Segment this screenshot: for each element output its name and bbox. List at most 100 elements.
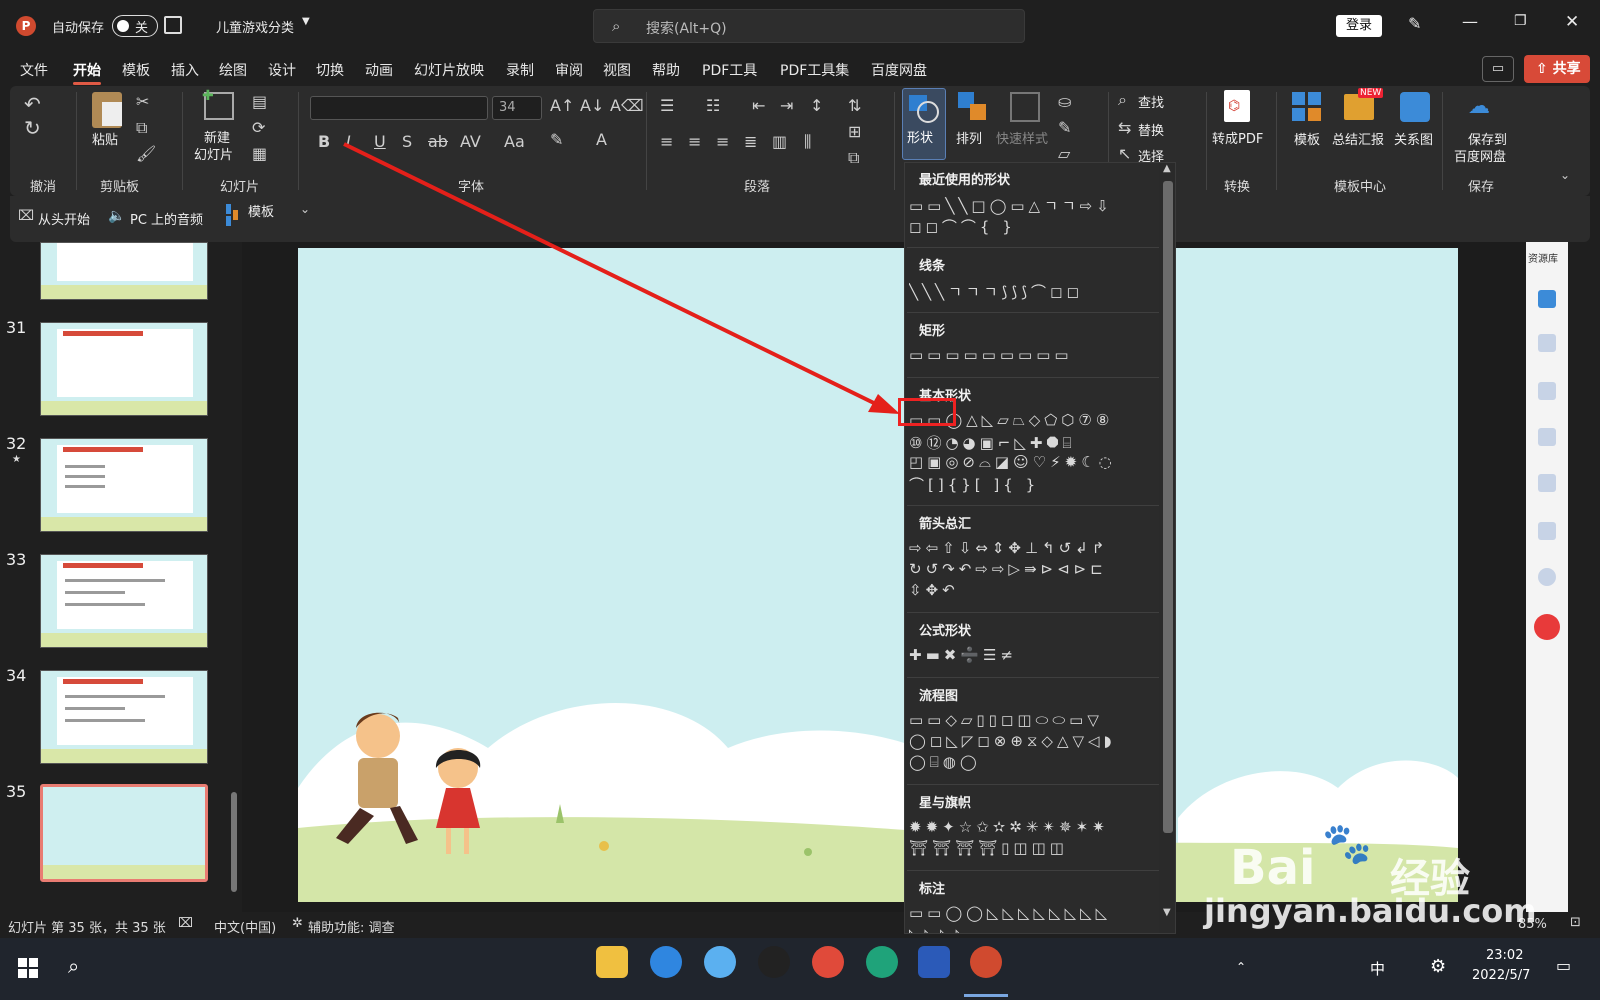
font-name-input[interactable] [310,96,488,120]
section-icon[interactable]: ▦ [252,144,267,163]
resource-item-icon[interactable] [1538,474,1556,492]
menu-insert[interactable]: 插入 [171,60,199,80]
find-icon[interactable]: ⌕ [1118,90,1127,110]
slide-thumbnail-32[interactable] [40,438,208,532]
menu-slideshow[interactable]: 幻灯片放映 [414,60,484,80]
shape-row[interactable]: ◻◻⌒⌒{ } [909,216,1157,237]
quick-styles-label[interactable]: 快速样式 [996,128,1048,147]
chrome-icon[interactable] [812,946,844,978]
ime-indicator[interactable]: 中 [1370,958,1385,979]
shape-row[interactable]: ✚▬✖➗☰≠ [909,646,1157,664]
slide-thumbnail-35[interactable] [40,784,208,882]
menu-animations[interactable]: 动画 [365,60,393,80]
menu-home[interactable]: 开始 [73,60,101,85]
document-title[interactable]: 儿童游戏分类 [216,17,294,36]
close-icon[interactable]: ✕ [1565,12,1579,32]
save-baidu-label-2[interactable]: 百度网盘 [1454,146,1506,165]
menu-draw[interactable]: 绘图 [219,60,247,80]
align-center-icon[interactable]: ≡ [688,132,701,151]
shape-row[interactable]: ↻↺↷↶⇨⇨▷⇛⊳⊲⊳⊏ [909,560,1157,578]
strikethrough-icon[interactable]: ab [428,132,448,151]
menu-template[interactable]: 模板 [122,60,150,80]
collapse-ribbon-icon[interactable]: ⌄ [1560,168,1570,182]
smartart-icon[interactable]: ⧉ [848,148,859,168]
shape-row[interactable]: ⇳✥↶ [909,581,1157,599]
copy-icon[interactable]: ⧉ [136,118,147,138]
red-packet-icon[interactable] [1534,614,1560,640]
highlight-icon[interactable]: ✎ [550,130,563,149]
shape-row[interactable]: ◯⌸◍◯ [909,753,1157,771]
reset-icon[interactable]: ⟳ [252,118,265,137]
from-start-label[interactable]: 从头开始 [38,209,90,228]
notification-icon[interactable]: ▭ [1556,956,1571,975]
comment-button[interactable]: ▭ [1482,56,1514,82]
relation-icon[interactable] [1400,92,1430,122]
select-icon[interactable]: ↖ [1118,144,1131,163]
thumbnail-scrollbar[interactable] [230,242,238,902]
autosave-toggle[interactable]: 关 [112,15,158,37]
customize-qat-icon[interactable]: ⌄ [300,202,310,216]
shadow-icon[interactable]: S [402,132,412,151]
resource-item-icon[interactable] [1538,382,1556,400]
slide-thumbnail-30[interactable] [40,242,208,300]
shape-row[interactable]: ✹✹✦☆✩✫✲✳✴✵✶✷ [909,818,1157,836]
search-box[interactable]: ⌕ 搜索(Alt+Q) [593,9,1025,43]
minimize-icon[interactable]: — [1462,12,1478,31]
underline-icon[interactable]: U [374,132,386,151]
edge-icon[interactable] [866,946,898,978]
word-icon[interactable] [918,946,950,978]
pen-icon[interactable]: ✎ [1408,14,1421,33]
char-spacing-icon[interactable]: AV [460,132,481,151]
resource-item-icon[interactable] [1538,334,1556,352]
align-text-icon[interactable]: ⊞ [848,122,861,141]
menu-view[interactable]: 视图 [603,60,631,80]
menu-transitions[interactable]: 切换 [316,60,344,80]
format-painter-icon[interactable]: 🖌 [136,144,156,163]
paste-icon[interactable] [92,92,122,128]
pc-audio-label[interactable]: PC 上的音频 [130,209,203,228]
chevron-down-icon[interactable]: ▼ [302,16,310,27]
resource-item-icon[interactable] [1538,428,1556,446]
restore-icon[interactable]: ❐ [1514,13,1527,29]
new-slide-label-2[interactable]: 幻灯片 [194,144,233,163]
find-label[interactable]: 查找 [1138,92,1164,111]
text-direction-icon[interactable]: ⇅ [848,96,861,115]
menu-record[interactable]: 录制 [506,60,534,80]
menu-pdf-toolset[interactable]: PDF工具集 [780,60,849,80]
italic-icon[interactable]: I [346,132,351,151]
numbering-icon[interactable]: ☷ [706,96,720,115]
distribute-icon[interactable]: ▥ [772,132,787,151]
redo-icon[interactable]: ↻ [24,116,41,140]
shape-row[interactable]: ⑩⑫◔◕▣⌐◺✚⯃⌸ [909,432,1157,453]
shape-row[interactable]: ⌒[]{}[ ]{ } [909,474,1157,495]
audio-icon[interactable]: 🔈 [108,208,125,224]
dropdown-scrollbar[interactable]: ▲ ▼ [1159,163,1175,933]
slide-thumbnail-34[interactable] [40,670,208,764]
menu-file[interactable]: 文件 [20,60,48,80]
shape-effects-icon[interactable]: ▱ [1058,144,1070,163]
resources-label[interactable]: 资源库 [1528,250,1558,265]
search-input[interactable]: 搜索(Alt+Q) [646,18,727,38]
accessibility-label[interactable]: 辅助功能: 调查 [308,917,395,936]
new-slide-icon[interactable]: ✚ [202,88,234,120]
powerpoint-icon[interactable] [970,946,1002,978]
spellcheck-icon[interactable]: ⌧ [178,916,193,931]
bold-icon[interactable]: B [318,132,330,151]
share-button[interactable]: ⇧ 共享 [1524,55,1590,83]
shape-outline-icon[interactable]: ✎ [1058,118,1071,137]
shape-row[interactable]: ⇨⇦⇧⇩⇔⇕✥⊥↰↺↲↱ [909,539,1157,557]
menu-design[interactable]: 设计 [268,60,296,80]
change-case-icon[interactable]: Aa [504,132,525,151]
layout-icon[interactable]: ▤ [252,92,267,111]
shape-row[interactable]: ▭▭▭▭▭▭▭▭▭ [909,346,1157,364]
template-label[interactable]: 模板 [1294,129,1320,148]
undo-icon[interactable]: ↶ [24,92,41,116]
file-explorer-icon[interactable] [596,946,628,978]
decrease-indent-icon[interactable]: ⇤ [752,96,765,115]
relation-label[interactable]: 关系图 [1394,129,1433,148]
replace-icon[interactable]: ⇆ [1118,118,1131,137]
baidu-pan-icon[interactable]: ☁ [1468,94,1498,119]
shape-row[interactable]: ⛩⛩⛩⛩▯◫◫◫ [909,839,1157,857]
convert-pdf-label[interactable]: 转成PDF [1212,128,1263,147]
shape-row[interactable]: ▭▭◇▱▯▯◻◫⬭⬭▭▽ [909,711,1157,729]
